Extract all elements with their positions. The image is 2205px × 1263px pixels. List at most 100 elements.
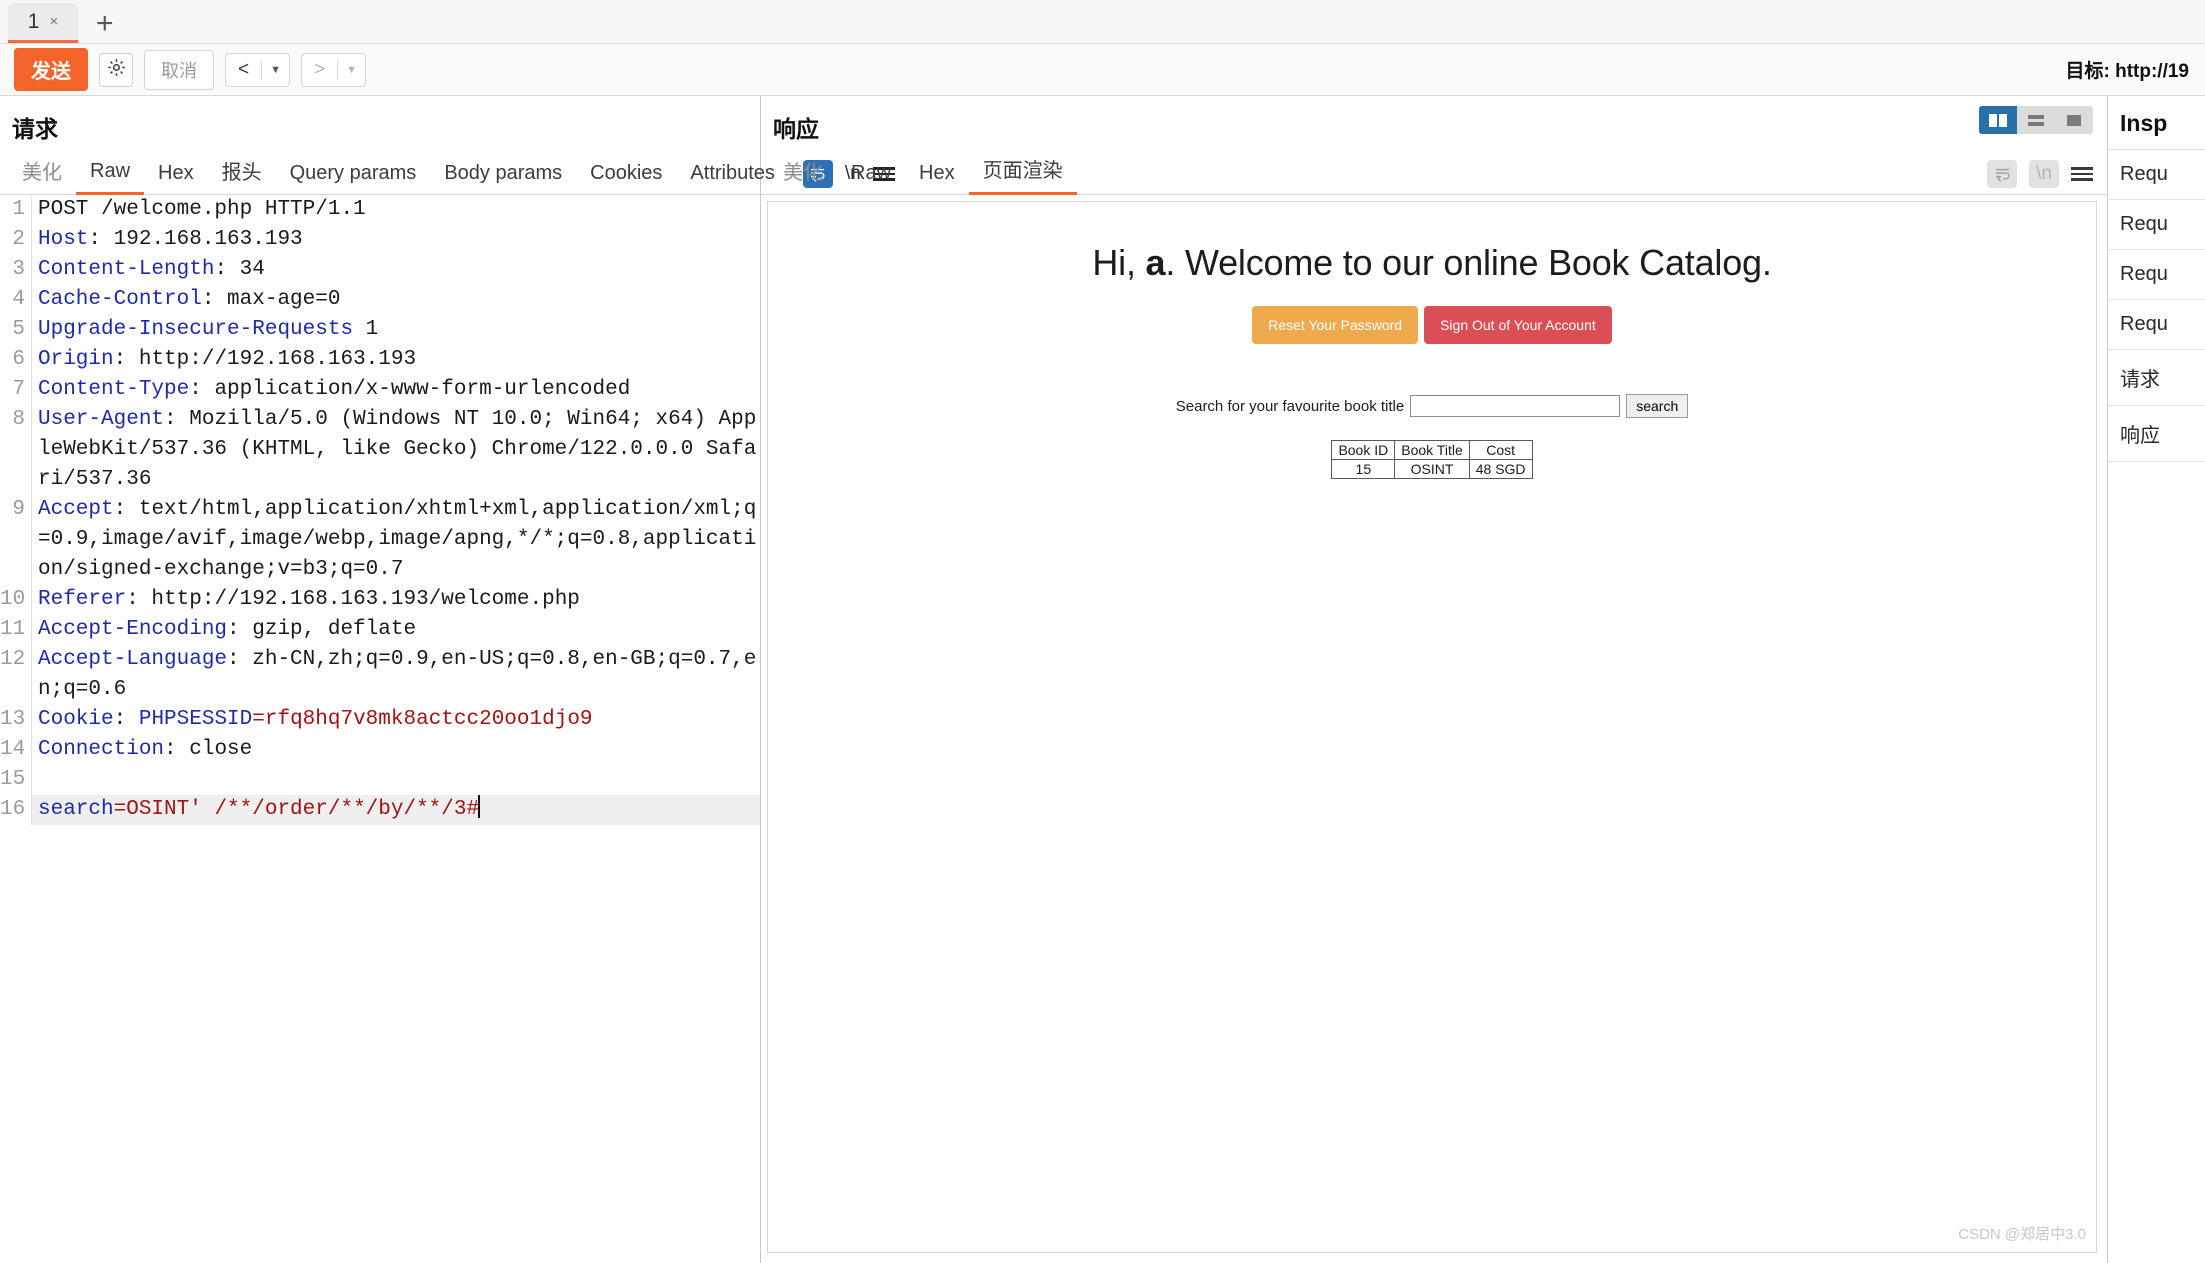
- header-value: text/html,application/xhtml+xml,applicat…: [38, 498, 757, 581]
- chevron-down-icon[interactable]: ▼: [262, 54, 289, 86]
- response-panel: 响应 美化 Raw Hex 页面渲染 \n Hi, a. Welcome to …: [761, 96, 2108, 1263]
- cell-cost: 48 SGD: [1468, 459, 1533, 479]
- header-value: http://192.168.163.193: [126, 348, 417, 371]
- table-header-row: Book ID Book Title Cost: [1331, 440, 1533, 460]
- editor-line: 9 Accept: text/html,application/xhtml+xm…: [0, 495, 760, 585]
- header-name: Cookie: [38, 708, 114, 731]
- line-content: Accept: text/html,application/xhtml+xml,…: [38, 498, 757, 581]
- settings-button[interactable]: [99, 52, 133, 87]
- search-input[interactable]: [1410, 395, 1621, 417]
- tab-response-raw[interactable]: Raw: [837, 162, 905, 194]
- split-horizontal-icon[interactable]: [2017, 106, 2055, 134]
- word-wrap-icon[interactable]: [1987, 160, 2017, 188]
- sign-out-button[interactable]: Sign Out of Your Account: [1424, 306, 1612, 344]
- inspector-item-response-headers[interactable]: 响应: [2108, 406, 2205, 462]
- line-content: Upgrade-Insecure-Requests 1: [32, 315, 760, 345]
- single-pane-icon[interactable]: [2055, 106, 2093, 134]
- line-content: User-Agent: Mozilla/5.0 (Windows NT 10.0…: [38, 408, 757, 491]
- tab-request-raw[interactable]: Raw: [76, 160, 145, 195]
- inspector-panel: Insp Requ Requ Requ Requ 请求 响应: [2108, 96, 2205, 1263]
- header-value: application/x-www-form-urlencoded: [201, 378, 631, 401]
- tab-request-cookies[interactable]: Cookies: [576, 162, 676, 194]
- editor-line-payload: 16 search=OSINT' /**/order/**/by/**/3#: [0, 795, 760, 825]
- header-value: 192.168.163.193: [101, 228, 303, 251]
- editor-line: 4 Cache-Control: max-age=0: [0, 285, 760, 315]
- line-number: 4: [0, 285, 32, 315]
- newline-icon[interactable]: \n: [2029, 160, 2059, 188]
- watermark: CSDN @郑居中3.0: [1958, 1226, 2086, 1243]
- cell-book-title: OSINT: [1394, 459, 1470, 479]
- tab-request-body-params[interactable]: Body params: [430, 162, 576, 194]
- header-name: Connection: [38, 738, 165, 761]
- header-name: Content-Type: [38, 378, 190, 401]
- header-name: Origin: [38, 348, 114, 371]
- line-content: Origin: http://192.168.163.193: [38, 348, 417, 371]
- search-results: Book ID Book Title Cost 15 OSINT 48 SGD: [768, 440, 2096, 479]
- header-value: 34: [227, 258, 265, 281]
- payload-key: search: [38, 798, 114, 821]
- header-name: Accept-Language: [38, 648, 228, 671]
- reset-password-button[interactable]: Reset Your Password: [1252, 306, 1419, 344]
- payload-value: =OSINT' /**/order/**/by/**/3#: [113, 798, 480, 821]
- newline-label: \n: [2036, 163, 2052, 184]
- line-number: 2: [0, 225, 32, 255]
- line-number: 13: [0, 705, 32, 735]
- editor-line: 10 Referer: http://192.168.163.193/welco…: [0, 585, 760, 615]
- request-panel: 请求 美化 Raw Hex 报头 Query params Body param…: [0, 96, 895, 1263]
- add-tab-icon[interactable]: +: [78, 9, 132, 43]
- line-number: 15: [0, 765, 32, 795]
- tab-request-beautify[interactable]: 美化: [8, 156, 76, 194]
- line-content: Content-Type: application/x-www-form-url…: [38, 378, 631, 401]
- line-number: 12: [0, 645, 32, 705]
- line-content: Cache-Control: max-age=0: [38, 288, 341, 311]
- inspector-item-request-body-params[interactable]: Requ: [2108, 250, 2205, 300]
- request-tab-row: 美化 Raw Hex 报头 Query params Body params C…: [0, 150, 895, 195]
- header-name: User-Agent: [38, 408, 165, 431]
- rendered-page-frame: Hi, a. Welcome to our online Book Catalo…: [767, 201, 2097, 1253]
- table-row: 15 OSINT 48 SGD: [1331, 459, 1533, 479]
- editor-line: 6 Origin: http://192.168.163.193: [0, 345, 760, 375]
- page-action-buttons: Reset Your Password Sign Out of Your Acc…: [788, 306, 2076, 344]
- line-number: 7: [0, 375, 32, 405]
- editor-line: 1 POST /welcome.php HTTP/1.1: [0, 195, 760, 225]
- tab-request-hex[interactable]: Hex: [144, 162, 208, 194]
- search-label: Search for your favourite book title: [1175, 397, 1405, 415]
- line-content: Accept-Language: zh-CN,zh;q=0.9,en-US;q=…: [38, 648, 757, 701]
- header-name: Cache-Control: [38, 288, 202, 311]
- session-tab-1[interactable]: 1 ×: [8, 3, 78, 43]
- browser-tab-strip: 1 × +: [0, 0, 2205, 44]
- search-button[interactable]: search: [1626, 394, 1689, 418]
- editor-line: 12 Accept-Language: zh-CN,zh;q=0.9,en-US…: [0, 645, 760, 705]
- cell-book-id: 15: [1331, 459, 1396, 479]
- next-request-button[interactable]: > ▼: [301, 52, 366, 87]
- response-menu-icon[interactable]: [2071, 167, 2093, 181]
- inspector-item-request-cookies[interactable]: Requ: [2108, 300, 2205, 350]
- raw-request-editor[interactable]: 1 POST /welcome.php HTTP/1.1 2 Host: 192…: [0, 195, 760, 1263]
- column-header-book-id: Book ID: [1331, 440, 1396, 460]
- response-tab-row: 美化 Raw Hex 页面渲染 \n: [761, 150, 2107, 195]
- close-icon[interactable]: ×: [49, 13, 58, 30]
- split-vertical-icon[interactable]: [1979, 106, 2017, 134]
- tab-request-headers[interactable]: 报头: [208, 156, 276, 194]
- tab-response-hex[interactable]: Hex: [905, 162, 969, 194]
- tab-response-beautify[interactable]: 美化: [769, 156, 837, 194]
- header-name: Content-Length: [38, 258, 215, 281]
- line-number: 9: [0, 495, 32, 585]
- inspector-item-request-attributes[interactable]: Requ: [2108, 150, 2205, 200]
- cancel-button[interactable]: 取消: [144, 49, 214, 90]
- send-button[interactable]: 发送: [14, 48, 88, 91]
- chevron-down-icon[interactable]: ▼: [338, 54, 365, 86]
- header-name: Accept: [38, 498, 114, 521]
- line-content: Referer: http://192.168.163.193/welcome.…: [38, 588, 580, 611]
- editor-line: 11 Accept-Encoding: gzip, deflate: [0, 615, 760, 645]
- previous-request-button[interactable]: < ▼: [225, 52, 290, 87]
- tab-response-render[interactable]: 页面渲染: [968, 154, 1077, 195]
- line-number: 6: [0, 345, 32, 375]
- line-number: 14: [0, 735, 32, 765]
- inspector-item-request-query-params[interactable]: Requ: [2108, 200, 2205, 250]
- inspector-item-request-headers[interactable]: 请求: [2108, 350, 2205, 406]
- line-content: Cookie: PHPSESSID=rfq8hq7v8mk8actcc20oo1…: [38, 708, 593, 731]
- greeting-suffix: . Welcome to our online Book Catalog.: [1165, 242, 1772, 283]
- book-search-form: Search for your favourite book title sea…: [768, 394, 2096, 418]
- tab-request-query-params[interactable]: Query params: [276, 162, 431, 194]
